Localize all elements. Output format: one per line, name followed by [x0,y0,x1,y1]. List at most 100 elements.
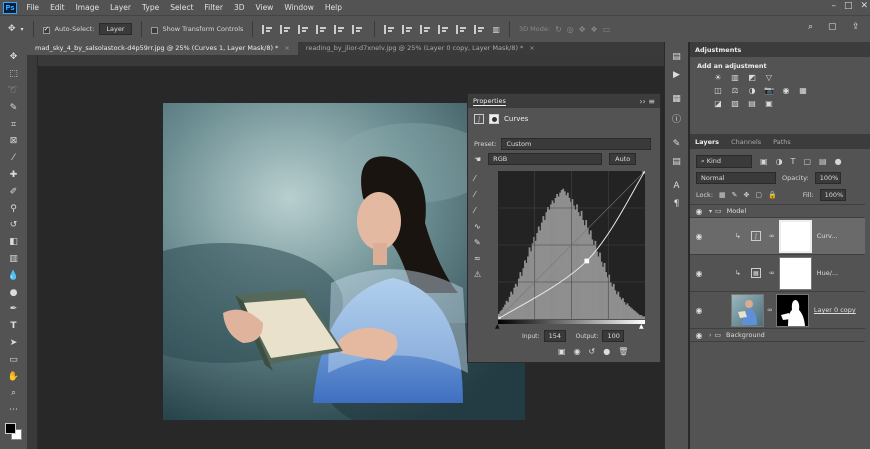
distribute-top-icon[interactable] [384,24,395,34]
align-left-icon[interactable] [262,24,273,34]
tab-channels[interactable]: Channels [731,138,761,146]
distribute-left-icon[interactable] [438,24,449,34]
link-icon[interactable]: ∞ [769,269,775,277]
photo-filter-icon[interactable]: 📷 [763,86,775,96]
mask-icon[interactable] [489,114,499,124]
black-white-icon[interactable]: ◑ [746,86,758,96]
color-swatches[interactable] [4,422,23,441]
actions-panel-icon[interactable]: ▶ [670,70,684,80]
lasso-tool-icon[interactable]: ➰ [6,83,22,100]
clone-stamp-tool-icon[interactable]: ⚲ [6,200,22,217]
white-point-eyedropper-icon[interactable]: ⁄ [474,206,481,215]
gray-point-eyedropper-icon[interactable]: ⁄ [474,190,481,199]
preset-dropdown[interactable]: Custom [501,138,652,150]
gradient-map-icon[interactable]: ▣ [763,99,775,109]
brightness-contrast-icon[interactable]: ☀ [712,73,724,83]
healing-brush-tool-icon[interactable]: ✚ [6,167,22,184]
foreground-color-swatch[interactable] [4,422,16,434]
group-background[interactable]: ◉ › ▭ Background [690,329,865,342]
tab-layers[interactable]: Layers [695,138,719,146]
layer-mask-thumbnail[interactable] [775,293,809,327]
tab-mad-sky[interactable]: mad_sky_4_by_salsolastock-d4p59rr.jpg @ … [27,42,298,55]
eraser-tool-icon[interactable]: ◧ [6,234,22,251]
lock-image-icon[interactable]: ✎ [732,191,738,199]
layer-hue-saturation[interactable]: ◉ ↳ ▦ ∞ Hue/... [690,255,865,292]
edit-toolbar-icon[interactable]: ⋯ [6,402,22,419]
blend-mode-dropdown[interactable]: Normal [696,172,776,184]
link-icon[interactable]: ∞ [767,306,773,314]
search-icon[interactable]: ⌕ [808,22,813,32]
output-field[interactable]: 100 [602,330,625,342]
character-panel-icon[interactable]: A [670,181,684,191]
clip-to-layer-icon[interactable]: ▣ [558,347,566,356]
lock-transparent-icon[interactable]: ▦ [719,191,726,199]
auto-button[interactable]: Auto [609,153,637,165]
marquee-tool-icon[interactable]: ⬚ [6,66,22,83]
properties-tab[interactable]: Properties [473,97,506,106]
menu-file[interactable]: File [21,0,45,15]
brush-tool-icon[interactable]: ✐ [6,183,22,200]
link-icon[interactable]: ∞ [769,232,775,240]
opacity-field[interactable]: 100% [814,172,841,184]
align-middle-icon[interactable] [334,24,345,34]
blur-tool-icon[interactable]: 💧 [6,267,22,284]
brushes-panel-icon[interactable]: ✎ [670,139,684,149]
history-panel-icon[interactable]: ▤ [670,52,684,62]
clipping-warning-icon[interactable]: ⚠ [474,270,481,279]
fill-field[interactable]: 100% [819,189,846,201]
menu-3d[interactable]: 3D [228,0,250,15]
curves-graph[interactable] [498,171,645,319]
paragraph-panel-icon[interactable]: ¶ [670,199,684,209]
layer-mask-thumbnail[interactable] [778,219,812,253]
reset-icon[interactable]: ↺ [589,347,596,356]
quick-select-tool-icon[interactable]: ✎ [6,99,22,116]
menu-layer[interactable]: Layer [105,0,137,15]
visibility-icon[interactable]: ● [603,347,610,356]
lock-artboard-icon[interactable]: ▢ [755,191,762,199]
brush-settings-icon[interactable]: ▤ [670,157,684,167]
pencil-draw-icon[interactable]: ✎ [474,238,481,247]
align-bottom-icon[interactable] [352,24,363,34]
visibility-eye-icon[interactable]: ◉ [693,269,705,278]
move-tool-icon[interactable]: ✥ [6,49,22,66]
menu-select[interactable]: Select [165,0,199,15]
info-panel-icon[interactable]: ⓘ [670,112,684,125]
move-tool-icon[interactable]: ✥ [8,24,16,34]
3d-scale-icon[interactable]: ▭ [603,25,611,34]
3d-roll-icon[interactable]: ◎ [567,25,574,34]
3d-pan-icon[interactable]: ✥ [579,25,586,34]
properties-panel-icon[interactable]: ▦ [670,94,684,104]
align-right-icon[interactable] [298,24,309,34]
visibility-eye-icon[interactable]: ◉ [693,207,705,216]
levels-icon[interactable]: ▥ [729,73,741,83]
close-tab-icon[interactable]: × [529,44,534,52]
type-filter-icon[interactable]: T [791,157,796,166]
distribute-bottom-icon[interactable] [420,24,431,34]
target-adjust-icon[interactable]: ☚ [474,155,481,164]
vibrance-icon[interactable]: ▽ [763,73,775,83]
tab-reading[interactable]: reading_by_jlior-d7xnelv.jpg @ 25% (Laye… [298,42,543,55]
eyedropper-tool-icon[interactable]: ⁄ [6,150,22,167]
input-field[interactable]: 154 [543,330,566,342]
hue-saturation-icon[interactable]: ◫ [712,86,724,96]
black-slider-icon[interactable]: ▲ [495,323,500,330]
share-icon[interactable]: ⇪ [852,22,860,32]
close-tab-icon[interactable]: × [284,44,289,52]
zoom-tool-icon[interactable]: ⌕ [6,385,22,402]
channel-mixer-icon[interactable]: ◉ [780,86,792,96]
threshold-icon[interactable]: ▤ [746,99,758,109]
pixel-filter-icon[interactable]: ▣ [760,157,768,166]
tool-preset-icon[interactable]: ▾ [21,26,24,33]
lock-all-icon[interactable]: 🔒 [768,191,777,199]
view-previous-icon[interactable]: ◉ [574,347,581,356]
menu-help[interactable]: Help [319,0,347,15]
align-center-icon[interactable] [280,24,291,34]
lock-position-icon[interactable]: ✥ [744,191,750,199]
close-window-button[interactable]: ✕ [860,1,868,11]
adjustments-tab[interactable]: Adjustments [695,46,741,54]
curves-icon[interactable]: ◩ [746,73,758,83]
channel-dropdown[interactable]: RGB [488,153,603,165]
distribute-middle-icon[interactable] [402,24,413,34]
3d-orbit-icon[interactable]: ↻ [555,25,562,34]
menu-filter[interactable]: Filter [199,0,229,15]
